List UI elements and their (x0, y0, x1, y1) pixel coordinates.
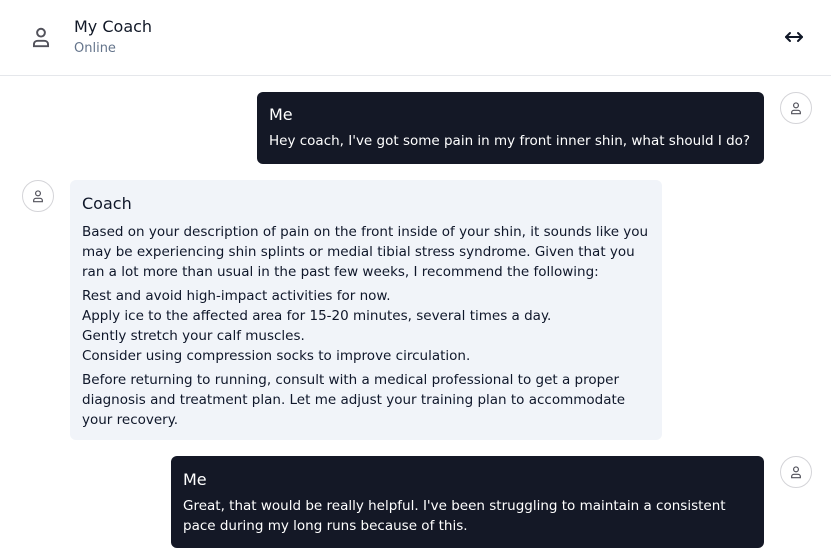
message-bubble-me: Me Great, that would be really helpful. … (171, 456, 764, 548)
message-text: Great, that would be really helpful. I'v… (183, 498, 726, 534)
chat-header: My Coach Online (0, 0, 831, 76)
user-avatar-icon (780, 456, 812, 488)
list-item: Apply ice to the affected area for 15-20… (82, 308, 552, 324)
message-outro: Before returning to running, consult wit… (82, 372, 626, 428)
message-bubble-me: Me Hey coach, I've got some pain in my f… (257, 92, 764, 164)
chat-title: My Coach (74, 17, 153, 36)
recommendation-list: Rest and avoid high-impact activities fo… (82, 286, 650, 366)
coach-avatar-icon (22, 180, 54, 212)
message-sender: Me (269, 105, 293, 124)
user-avatar-icon (780, 92, 812, 124)
message-intro: Based on your description of pain on the… (82, 224, 649, 280)
message-text: Hey coach, I've got some pain in my fron… (269, 133, 751, 149)
list-item: Gently stretch your calf muscles. (82, 328, 305, 344)
message-sender: Me (183, 470, 207, 489)
list-item: Consider using compression socks to impr… (82, 348, 471, 364)
arrow-left-right-icon[interactable] (782, 27, 806, 47)
list-item: Rest and avoid high-impact activities fo… (82, 288, 391, 304)
message-bubble-coach: Coach Based on your description of pain … (70, 180, 662, 440)
online-status: Online (74, 41, 116, 56)
user-icon (32, 27, 50, 48)
message-sender: Coach (82, 194, 132, 213)
